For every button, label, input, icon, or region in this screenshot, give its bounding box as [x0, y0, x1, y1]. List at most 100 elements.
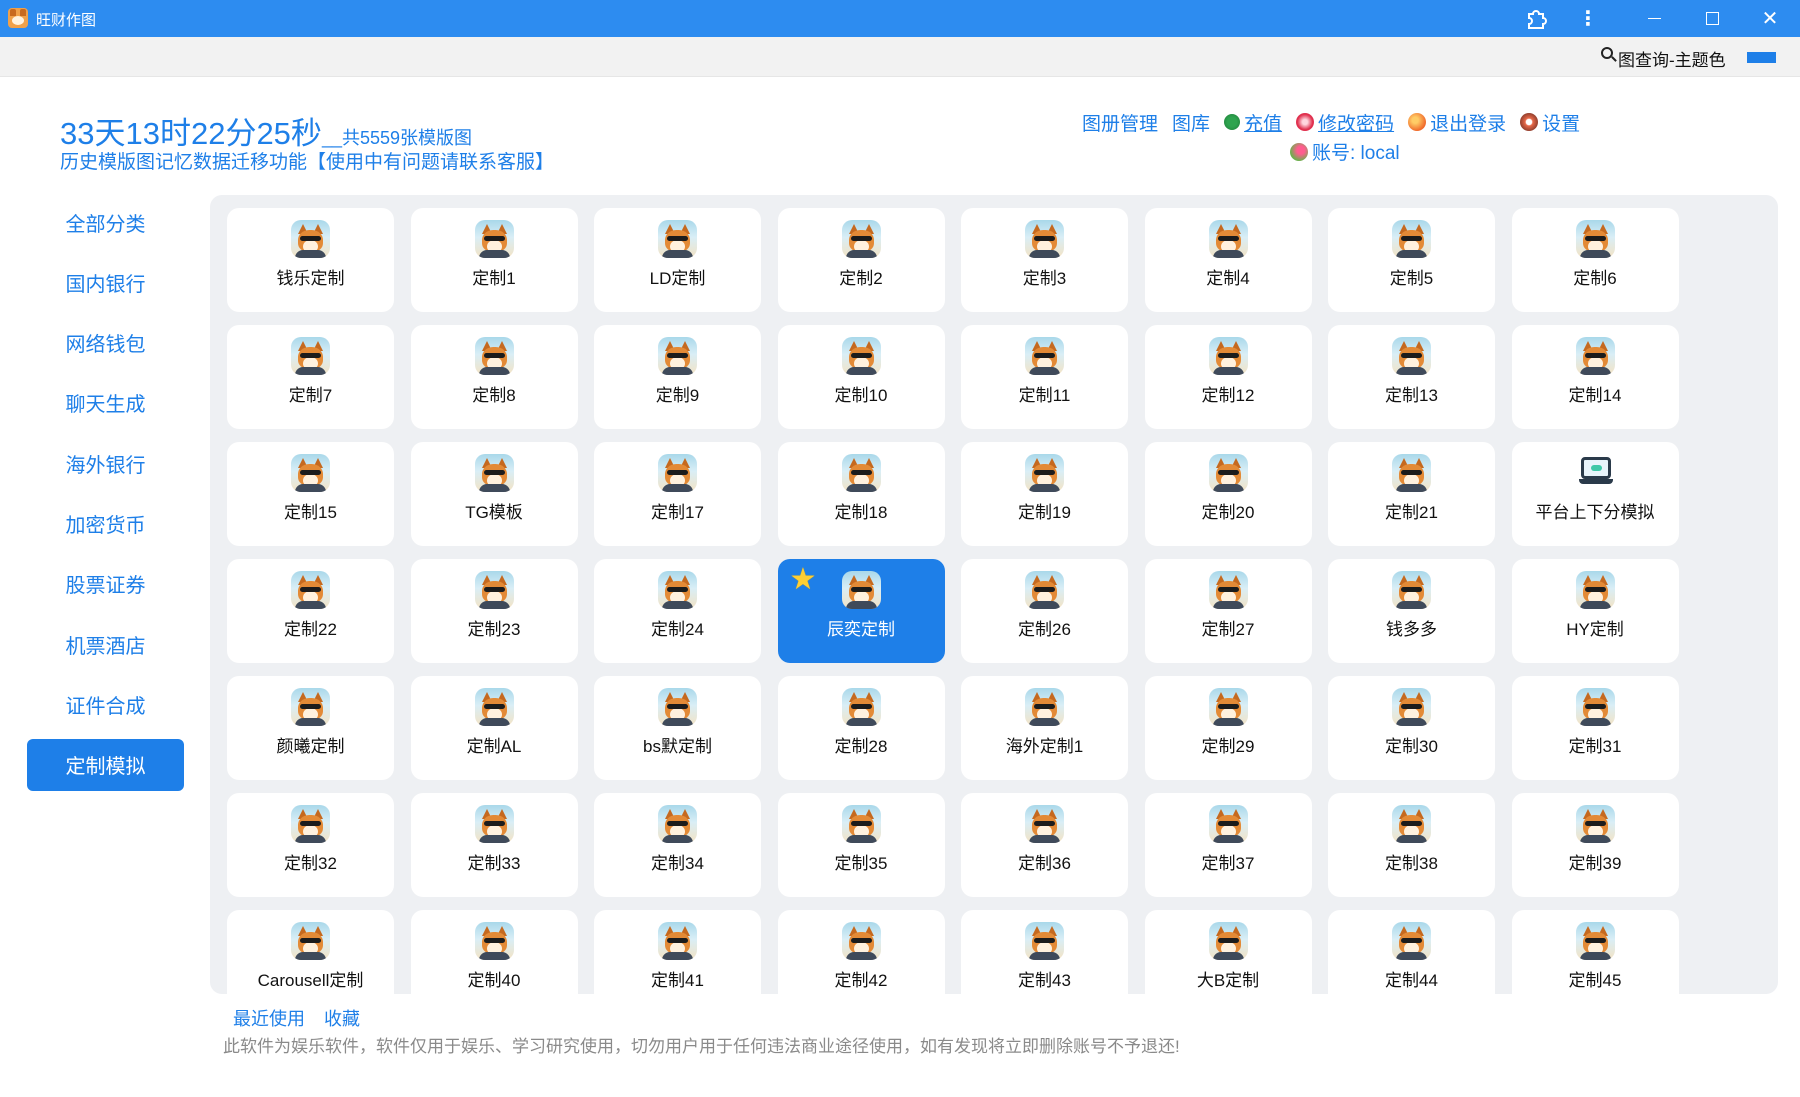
sidebar-item[interactable]: 网络钱包 — [27, 317, 184, 369]
template-card-label: TG模板 — [465, 503, 523, 522]
template-card[interactable]: 定制17 — [594, 442, 761, 546]
template-card[interactable]: 定制2 — [777, 208, 945, 312]
template-card[interactable]: 定制5 — [1328, 208, 1495, 312]
template-card[interactable]: 定制12 — [1144, 325, 1312, 429]
template-card[interactable]: 定制14 — [1511, 325, 1679, 429]
favorites-link[interactable]: 收藏 — [324, 1005, 360, 1031]
template-card[interactable]: 钱乐定制 — [227, 208, 394, 312]
template-card[interactable]: 定制22 — [227, 559, 394, 663]
template-card[interactable]: 定制9 — [594, 325, 761, 429]
recent-used-link[interactable]: 最近使用 — [233, 1005, 305, 1031]
close-button[interactable]: ✕ — [1744, 0, 1796, 37]
template-card[interactable]: 定制32 — [227, 793, 394, 897]
gallery-link[interactable]: 图库 — [1172, 109, 1210, 136]
template-card[interactable]: 定制29 — [1144, 676, 1312, 780]
template-card[interactable]: 大B定制 — [1144, 910, 1312, 994]
template-card[interactable]: 钱多多 — [1328, 559, 1495, 663]
shiba-avatar-icon — [1392, 337, 1431, 375]
template-card[interactable]: 定制15 — [227, 442, 394, 546]
shiba-avatar-icon — [658, 454, 697, 492]
template-card[interactable]: 定制43 — [961, 910, 1128, 994]
template-card[interactable]: 定制31 — [1511, 676, 1679, 780]
template-card-label: 定制40 — [467, 971, 521, 990]
theme-color-swatch[interactable] — [1747, 52, 1776, 63]
shiba-avatar-icon — [841, 454, 881, 492]
template-card-label: 定制17 — [651, 503, 704, 522]
template-card[interactable]: 定制11 — [961, 325, 1128, 429]
template-card[interactable]: 定制13 — [1328, 325, 1495, 429]
recharge-link[interactable]: 充值 — [1224, 109, 1282, 136]
template-card[interactable]: HY定制 — [1511, 559, 1679, 663]
sidebar-item[interactable]: 国内银行 — [27, 256, 184, 308]
sidebar-item[interactable]: 聊天生成 — [27, 377, 184, 429]
template-card[interactable]: 定制36 — [961, 793, 1128, 897]
template-card[interactable]: LD定制 — [594, 208, 761, 312]
sidebar-item[interactable]: 机票酒店 — [27, 618, 184, 670]
settings-link[interactable]: 设置 — [1520, 109, 1580, 136]
template-card[interactable]: 定制7 — [227, 325, 394, 429]
template-card[interactable]: 定制27 — [1144, 559, 1312, 663]
template-card[interactable]: 定制21 — [1328, 442, 1495, 546]
template-card[interactable]: 定制39 — [1511, 793, 1679, 897]
shiba-avatar-icon — [1025, 337, 1064, 375]
sidebar-item[interactable]: 加密货币 — [27, 497, 184, 549]
template-card[interactable]: 定制45 — [1511, 910, 1679, 994]
template-card[interactable]: 定制30 — [1328, 676, 1495, 780]
sidebar-item[interactable]: 定制模拟 — [27, 738, 184, 791]
template-card[interactable]: 定制AL — [410, 676, 578, 780]
sidebar-item[interactable]: 全部分类 — [27, 196, 184, 248]
laptop-icon — [1578, 457, 1613, 487]
template-card[interactable]: Carousell定制 — [227, 910, 394, 994]
sidebar-item[interactable]: 证件合成 — [27, 678, 184, 730]
template-card[interactable]: 颜曦定制 — [227, 676, 394, 780]
template-card[interactable]: 定制4 — [1144, 208, 1312, 312]
template-card[interactable]: 定制38 — [1328, 793, 1495, 897]
template-card[interactable]: 定制37 — [1144, 793, 1312, 897]
album-manage-link[interactable]: 图册管理 — [1082, 109, 1158, 136]
template-card[interactable]: 定制10 — [777, 325, 945, 429]
template-card[interactable]: 定制33 — [410, 793, 578, 897]
shiba-avatar-icon — [658, 922, 697, 960]
sidebar-item[interactable]: 股票证券 — [27, 558, 184, 610]
template-card[interactable]: 定制41 — [594, 910, 761, 994]
star-icon[interactable]: ★ — [790, 565, 817, 595]
logout-link[interactable]: 退出登录 — [1408, 109, 1506, 136]
template-card-label: 定制3 — [1022, 269, 1067, 288]
template-card[interactable]: 定制3 — [961, 208, 1128, 312]
more-options-icon[interactable]: ⋮ — [1562, 0, 1614, 37]
template-card[interactable]: 定制24 — [594, 559, 761, 663]
shiba-avatar-icon — [1392, 922, 1431, 960]
shiba-avatar-icon — [291, 805, 330, 843]
template-card[interactable]: 定制19 — [961, 442, 1128, 546]
template-card[interactable]: 定制26 — [961, 559, 1128, 663]
disclaimer-text: 此软件为娱乐软件，软件仅用于娱乐、学习研究使用，切勿用户用于任何违法商业途径使用… — [223, 1037, 1180, 1056]
template-card[interactable]: 定制42 — [777, 910, 945, 994]
template-card[interactable]: 平台上下分模拟 — [1511, 442, 1679, 546]
template-card[interactable]: 定制18 — [777, 442, 945, 546]
template-card[interactable]: 定制40 — [410, 910, 578, 994]
maximize-button[interactable] — [1686, 0, 1738, 37]
change-password-link[interactable]: 修改密码 — [1296, 109, 1394, 136]
template-card[interactable]: 定制34 — [594, 793, 761, 897]
extension-icon[interactable] — [1510, 0, 1562, 37]
template-card[interactable]: 定制8 — [410, 325, 578, 429]
template-card[interactable]: bs默定制 — [594, 676, 761, 780]
template-card[interactable]: 定制35 — [777, 793, 945, 897]
template-card[interactable]: 定制28 — [777, 676, 945, 780]
shiba-avatar-icon — [841, 688, 881, 726]
shiba-avatar-icon — [841, 805, 881, 843]
template-card[interactable]: 定制6 — [1511, 208, 1679, 312]
template-card[interactable]: 定制1 — [410, 208, 578, 312]
template-card[interactable]: 定制44 — [1328, 910, 1495, 994]
template-card[interactable]: 海外定制1 — [961, 676, 1128, 780]
template-card[interactable]: 定制23 — [410, 559, 578, 663]
shiba-logo-icon — [8, 8, 28, 28]
template-card[interactable]: 定制20 — [1144, 442, 1312, 546]
template-card[interactable]: TG模板 — [410, 442, 578, 546]
theme-query-label[interactable]: 图查询-主题色 — [1618, 46, 1726, 71]
template-card[interactable]: ★ 辰奕定制 — [777, 559, 945, 663]
search-icon[interactable] — [1601, 47, 1617, 65]
migration-note[interactable]: 历史模版图记忆数据迁移功能【使用中有问题请联系客服】 — [60, 147, 554, 174]
minimize-button[interactable] — [1628, 0, 1680, 37]
sidebar-item[interactable]: 海外银行 — [27, 437, 184, 489]
